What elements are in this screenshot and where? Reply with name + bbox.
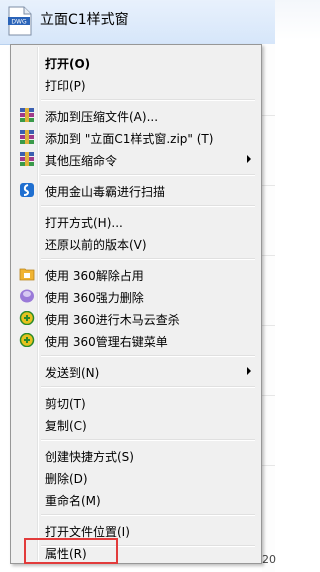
menu-item-label: 打开方式(H)... bbox=[45, 216, 123, 230]
menu-separator bbox=[41, 205, 255, 207]
menu-item-label: 重命名(M) bbox=[45, 494, 101, 508]
menu-item-360-force-delete[interactable]: 使用 360强力删除 bbox=[13, 285, 259, 307]
menu-item-label: 添加到 "立面C1样式窗.zip" (T) bbox=[45, 132, 214, 146]
menu-item-label: 使用 360强力删除 bbox=[45, 291, 144, 305]
menu-item-restore-versions[interactable]: 还原以前的版本(V) bbox=[13, 232, 259, 254]
menu-item-send-to[interactable]: 发送到(N) bbox=[13, 360, 259, 382]
menu-item-label: 使用 360解除占用 bbox=[45, 269, 144, 283]
menu-item-label: 添加到压缩文件(A)... bbox=[45, 110, 159, 124]
background-divider bbox=[262, 115, 275, 116]
menu-item-label: 复制(C) bbox=[45, 419, 87, 433]
background-divider bbox=[262, 325, 275, 326]
dwg-file-icon: DWG bbox=[8, 6, 32, 36]
file-icon-badge: DWG bbox=[11, 19, 27, 26]
menu-separator bbox=[41, 99, 255, 101]
file-name: 立面C1样式窗 bbox=[40, 12, 129, 28]
menu-item-360-menu-manager[interactable]: 使用 360管理右键菜单 bbox=[13, 329, 259, 351]
menu-separator bbox=[41, 439, 255, 441]
menu-item-label: 使用金山毒霸进行扫描 bbox=[45, 185, 166, 199]
selected-file-item[interactable]: DWG 立面C1样式窗 bbox=[0, 0, 275, 45]
context-menu: 打开(O) 打印(P) 添加到压缩文件(A)... 添加到 "立面C1样式窗.z… bbox=[10, 44, 262, 564]
menu-item-add-to-zip[interactable]: 添加到 "立面C1样式窗.zip" (T) bbox=[13, 126, 259, 148]
properties-highlight-box bbox=[24, 538, 118, 564]
menu-separator bbox=[41, 386, 255, 388]
menu-item-rename[interactable]: 重命名(M) bbox=[13, 488, 259, 510]
menu-item-open[interactable]: 打开(O) bbox=[13, 51, 259, 73]
background-edge-text: 20 bbox=[262, 553, 276, 566]
winrar-icon bbox=[20, 108, 34, 122]
menu-item-label: 其他压缩命令 bbox=[45, 154, 118, 168]
menu-item-print[interactable]: 打印(P) bbox=[13, 73, 259, 95]
360-scan-icon bbox=[19, 311, 35, 325]
background-divider bbox=[262, 255, 275, 256]
menu-item-label: 打开(O) bbox=[45, 57, 91, 71]
menu-item-label: 发送到(N) bbox=[45, 366, 100, 380]
kingsoft-antivirus-icon bbox=[20, 183, 34, 197]
background-divider bbox=[262, 395, 275, 396]
menu-item-360-cloud-scan[interactable]: 使用 360进行木马云查杀 bbox=[13, 307, 259, 329]
menu-item-delete[interactable]: 删除(D) bbox=[13, 466, 259, 488]
menu-separator bbox=[41, 258, 255, 260]
menu-separator bbox=[41, 355, 255, 357]
winrar-icon bbox=[20, 152, 34, 166]
background-window-edge bbox=[262, 44, 275, 572]
menu-item-cut[interactable]: 剪切(T) bbox=[13, 391, 259, 413]
menu-item-create-shortcut[interactable]: 创建快捷方式(S) bbox=[13, 444, 259, 466]
submenu-arrow-icon bbox=[247, 155, 251, 163]
menu-item-label: 还原以前的版本(V) bbox=[45, 238, 147, 252]
menu-item-add-to-archive[interactable]: 添加到压缩文件(A)... bbox=[13, 104, 259, 126]
360-unlock-icon bbox=[19, 268, 35, 281]
menu-item-360-unlock[interactable]: 使用 360解除占用 bbox=[13, 263, 259, 285]
menu-item-label: 创建快捷方式(S) bbox=[45, 450, 134, 464]
winrar-icon bbox=[20, 130, 34, 144]
menu-item-open-with[interactable]: 打开方式(H)... bbox=[13, 210, 259, 232]
menu-item-label: 打印(P) bbox=[45, 79, 86, 93]
menu-item-label: 剪切(T) bbox=[45, 397, 86, 411]
menu-item-label: 使用 360管理右键菜单 bbox=[45, 335, 168, 349]
background-divider bbox=[262, 465, 275, 466]
menu-item-label: 删除(D) bbox=[45, 472, 88, 486]
menu-separator bbox=[41, 174, 255, 176]
menu-separator bbox=[41, 514, 255, 516]
menu-item-label: 使用 360进行木马云查杀 bbox=[45, 313, 180, 327]
background-divider bbox=[262, 185, 275, 186]
menu-item-other-compress[interactable]: 其他压缩命令 bbox=[13, 148, 259, 170]
submenu-arrow-icon bbox=[247, 367, 251, 375]
360-menu-manager-icon bbox=[19, 333, 35, 347]
360-force-delete-icon bbox=[20, 289, 34, 303]
menu-item-copy[interactable]: 复制(C) bbox=[13, 413, 259, 435]
menu-item-kingsoft-scan[interactable]: 使用金山毒霸进行扫描 bbox=[13, 179, 259, 201]
